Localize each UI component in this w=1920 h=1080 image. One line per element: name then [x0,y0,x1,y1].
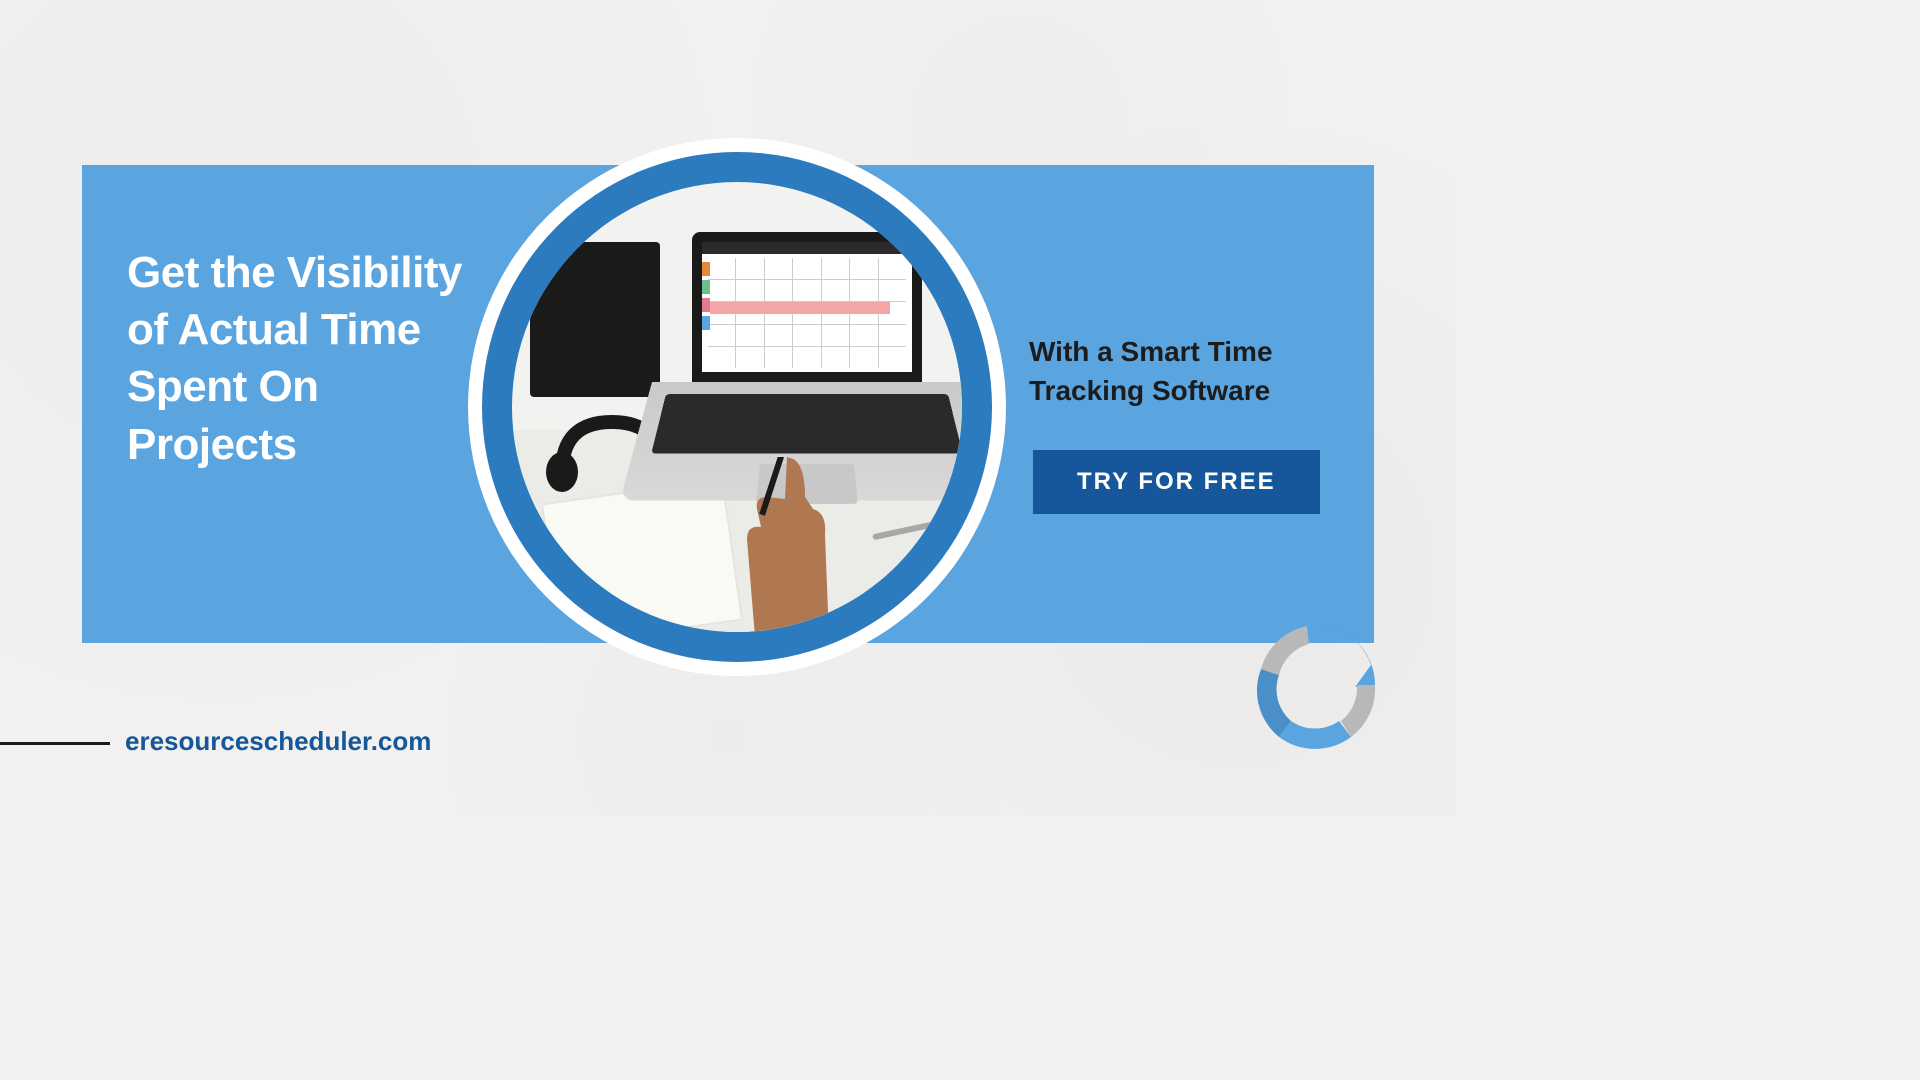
brand-logo-icon [1243,613,1388,758]
hero-photo-frame [468,138,1006,676]
laptop-screen [692,232,922,382]
subheadline: With a Smart Time Tracking Software [1029,332,1349,410]
laptop-keyboard [651,394,962,454]
hero-photo [512,182,962,632]
footer-divider [0,742,110,745]
monitor [530,242,660,397]
headline: Get the Visibility of Actual Time Spent … [127,244,467,473]
hero-photo-ring [482,152,992,662]
hand-with-stylus [737,457,847,632]
calendar-app [702,242,912,372]
try-for-free-button[interactable]: TRY FOR FREE [1033,450,1320,514]
footer-url[interactable]: eresourcescheduler.com [125,726,431,757]
